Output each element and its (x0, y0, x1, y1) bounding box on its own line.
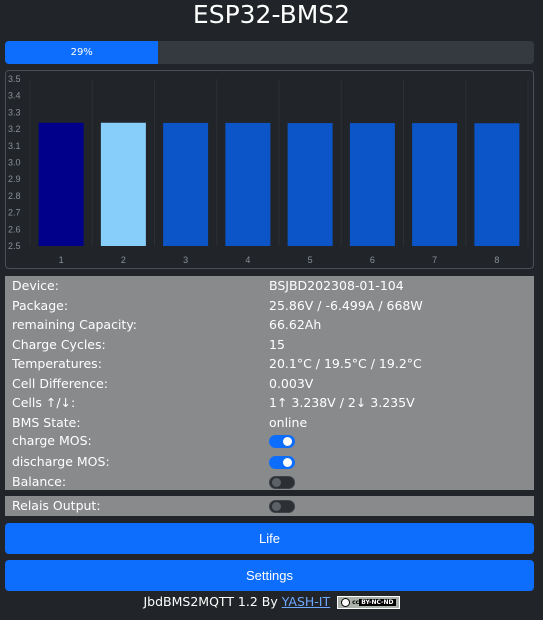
relais-output-label: Relais Output: (12, 498, 101, 513)
info-row-cell-difference: Cell Difference: 0.003V (5, 374, 534, 394)
package-value: 25.86V / -6.499A / 668W (269, 297, 423, 313)
capacity-value: 66.62Ah (269, 317, 322, 332)
footer: JbdBMS2MQTT 1.2 By YASH-IT cc BY-NC-ND (0, 594, 543, 609)
x-tick-label: 5 (308, 255, 313, 265)
x-tick-label: 1 (59, 255, 64, 265)
x-tick-label: 8 (494, 255, 499, 265)
y-tick-label: 3.5 (8, 74, 21, 84)
cells-label: Cells ↑/↓: (12, 395, 76, 410)
cc-icon (341, 598, 351, 607)
cell-voltage-chart-svg: 3.5 3.4 3.3 3.2 3.1 3.0 2.9 2.8 2.7 2.6 2.5 1 2 3 4 5 6 7… (8, 74, 529, 265)
cell-difference-value: 0.003V (269, 375, 314, 391)
info-row-cycles: Charge Cycles: 15 (5, 335, 534, 355)
y-tick-label: 3.3 (8, 107, 21, 117)
cell-voltage-chart: 3.5 3.4 3.3 3.2 3.1 3.0 2.9 2.8 2.7 2.6 2.5 1 2 3 4 5 6 7… (5, 70, 534, 269)
x-tick-label: 3 (183, 255, 188, 265)
cell-bar-3 (163, 122, 209, 246)
info-row-relais: Relais Output: (5, 496, 534, 516)
cell-difference-label: Cell Difference: (12, 375, 108, 391)
device-value: BSJBD202308-01-104 (269, 278, 404, 293)
toggle-knob (283, 458, 292, 467)
y-tick-label: 3.1 (8, 141, 21, 151)
y-tick-label: 3.4 (8, 91, 21, 101)
y-tick-label: 3.0 (8, 158, 21, 168)
info-row-bms-state: BMS State: online (5, 413, 534, 433)
cell-bar-7 (412, 123, 458, 246)
soc-progress-label: 29% (70, 47, 93, 58)
info-row-package: Package: 25.86V / -6.499A / 668W (5, 296, 534, 316)
info-row-cells: Cells ↑/↓: 1↑ 3.238V / 2↓ 3.235V (5, 393, 534, 413)
x-tick-label: 7 (432, 255, 437, 265)
x-tick-label: 6 (370, 255, 375, 265)
package-label: Package: (12, 297, 69, 313)
y-tick-label: 2.7 (8, 208, 21, 218)
cc-terms: BY-NC-ND (359, 599, 396, 606)
info-row-temperatures: Temperatures: 20.1°C / 19.5°C / 19.2°C (5, 354, 534, 374)
footer-text: JbdBMS2MQTT 1.2 By (143, 594, 278, 609)
discharge-mos-toggle[interactable] (269, 456, 295, 469)
cycles-label: Charge Cycles: (12, 336, 106, 352)
info-row-discharge-mos: discharge MOS: (5, 452, 534, 472)
cell-bar-6 (349, 123, 395, 246)
cells-value: 1↑ 3.238V / 2↓ 3.235V (269, 395, 415, 410)
cell-bar-8 (474, 123, 520, 246)
info-row-balance: Balance: (5, 472, 534, 492)
page-title: ESP32-BMS2 (192, 0, 351, 29)
info-row-charge-mos: charge MOS: (5, 431, 534, 451)
toggle-knob (272, 502, 281, 511)
device-label: Device: (12, 278, 59, 293)
relais-output-toggle[interactable] (269, 500, 295, 513)
info-row-capacity: remaining Capacity: 66.62Ah (5, 315, 534, 335)
bms-state-label: BMS State: (12, 414, 81, 430)
cycles-value: 15 (269, 336, 285, 352)
x-tick-label: 4 (245, 255, 250, 265)
cell-bar-5 (287, 123, 333, 246)
y-tick-label: 2.6 (8, 224, 21, 234)
soc-progress-bar: 29% (5, 41, 534, 64)
y-tick-label: 2.9 (8, 174, 21, 184)
settings-button[interactable]: Settings (5, 560, 534, 591)
temperatures-value: 20.1°C / 19.5°C / 19.2°C (269, 356, 422, 371)
bms-info-panel: Device: BSJBD202308-01-104 Package: 25.8… (5, 276, 534, 490)
charge-mos-label: charge MOS: (12, 433, 92, 448)
balance-toggle[interactable] (269, 476, 295, 489)
y-tick-label: 3.2 (8, 124, 21, 134)
toggle-knob (283, 437, 292, 446)
y-tick-label: 2.8 (8, 191, 21, 201)
cell-bar-1 (38, 122, 84, 246)
relais-output-row: Relais Output: (5, 496, 534, 516)
life-button[interactable]: Life (5, 523, 534, 554)
temperatures-label: Temperatures: (12, 356, 102, 371)
cc-license-badge[interactable]: cc BY-NC-ND (337, 596, 400, 609)
cell-bar-4 (225, 122, 271, 246)
discharge-mos-label: discharge MOS: (12, 454, 110, 469)
bms-state-value: online (269, 414, 308, 430)
soc-progress-fill: 29% (5, 41, 159, 64)
y-tick-label: 2.5 (8, 241, 21, 251)
cell-bar-2 (100, 122, 146, 246)
info-row-device: Device: BSJBD202308-01-104 (5, 276, 534, 296)
x-tick-label: 2 (121, 255, 126, 265)
balance-label: Balance: (12, 474, 67, 489)
capacity-label: remaining Capacity: (12, 317, 138, 332)
charge-mos-toggle[interactable] (269, 435, 295, 448)
footer-link[interactable]: YASH-IT (282, 594, 330, 609)
toggle-knob (272, 478, 281, 487)
